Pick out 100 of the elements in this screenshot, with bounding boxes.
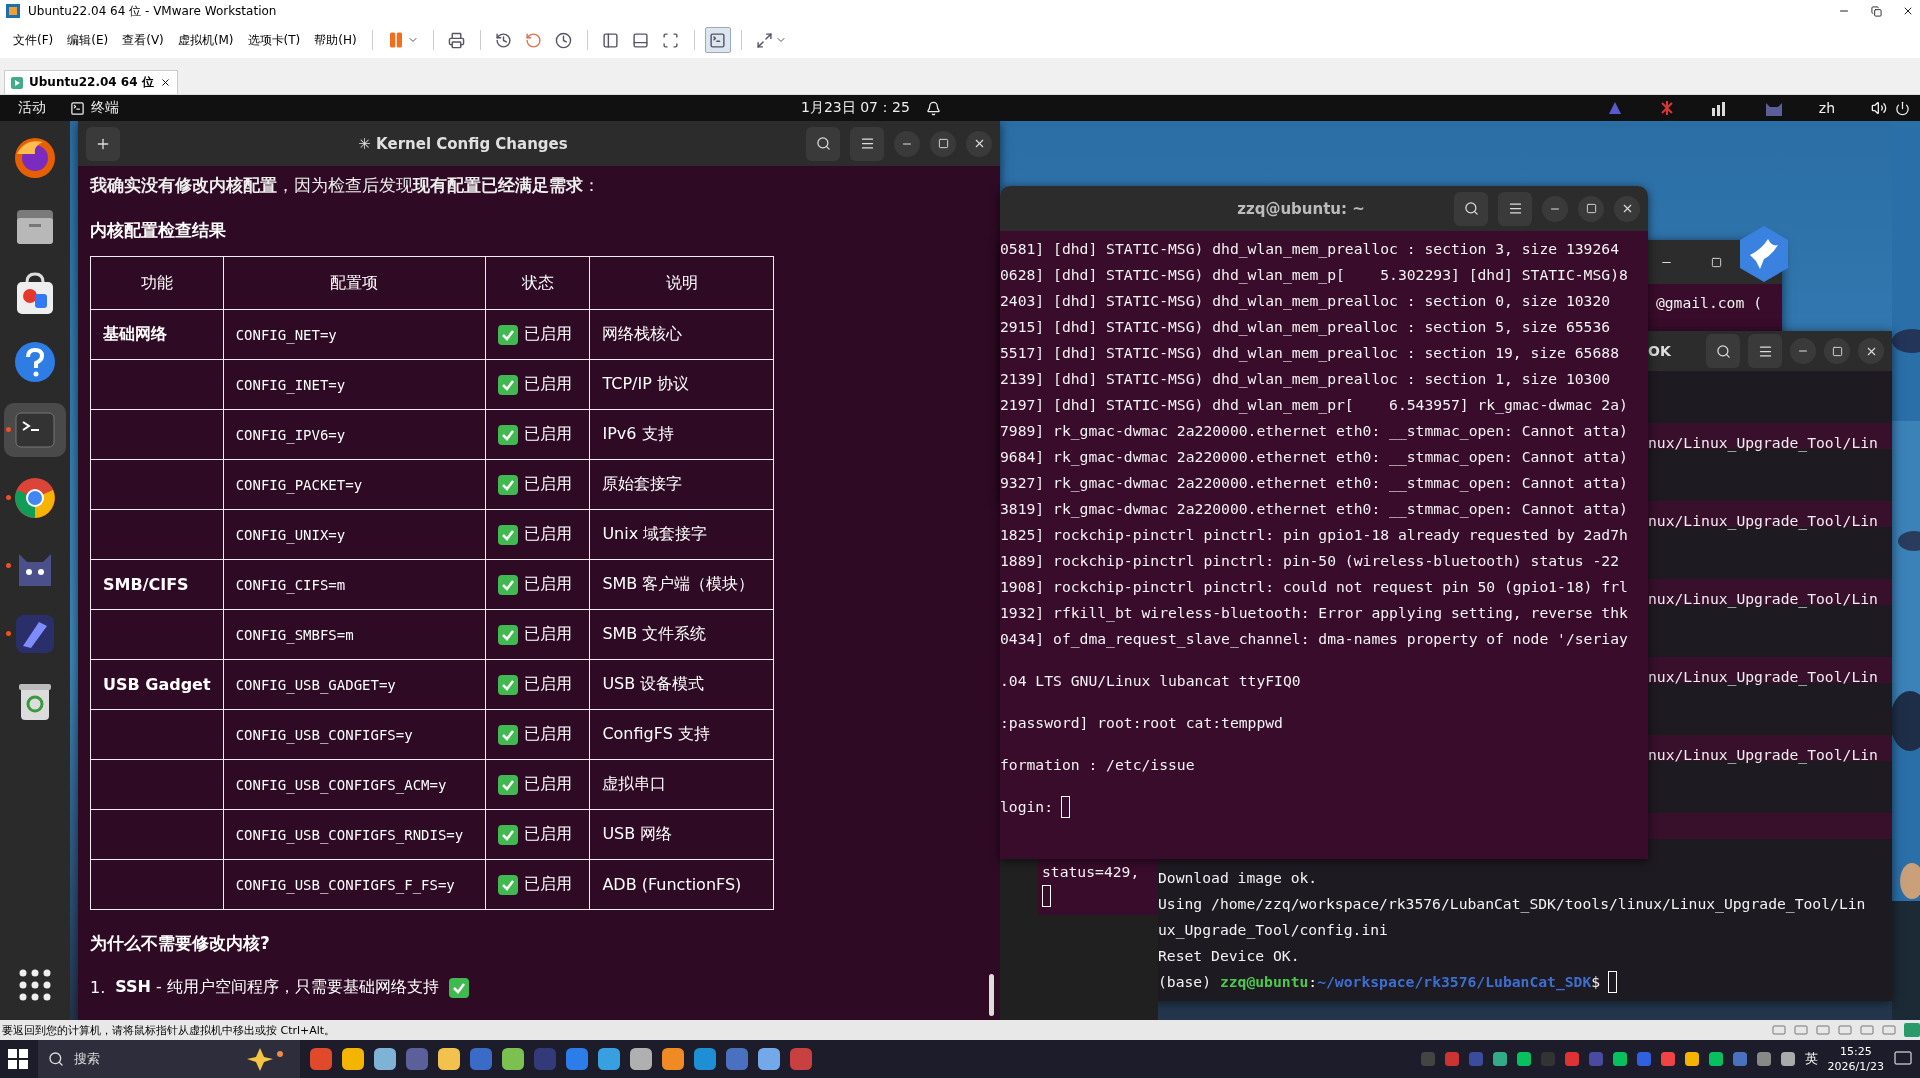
table-cell: CONFIG_USB_CONFIGFS_ACM=y [235,776,447,793]
terminal-line: 1825] rockchip-pinctrl pinctrl: pin gpio1-18 already requested by 2ad7h [1000,525,1628,545]
maximize-icon[interactable] [1711,256,1722,268]
history-icon [495,31,513,49]
taskbar-app-icon[interactable] [630,1048,652,1070]
terminal-line: 1889] rockchip-pinctrl pinctrl: pin-50 (wireless-bluetooth) status -22 [1000,551,1619,571]
tray-icon[interactable] [1684,1052,1699,1066]
table-cell: CONFIG_UNIX=y [235,526,346,543]
taskbar-app-icon[interactable] [310,1048,332,1070]
menu-item[interactable]: 虚拟机(M) [172,29,239,51]
terminal-line: Using /home/zzq/workspace/rk3576/LubanCat_SDK/tools/linux/Linux_Upgrade_Tool/Lin [1158,894,1867,915]
terminal-line: nux/Linux_Upgrade_Tool/Lin [1648,511,1878,532]
console-button[interactable] [704,27,731,53]
input-language: zh [1818,100,1835,116]
start-icon[interactable] [8,1049,28,1069]
table-cell: CONFIG_NET=y [235,326,337,343]
menu-item[interactable]: 选项卡(T) [242,29,306,51]
table-cell: CONFIG_CIFS=m [235,576,346,593]
app-menu[interactable]: 终端 [62,99,127,117]
device-icon [1794,1024,1808,1036]
search-button[interactable] [806,126,840,161]
maximize-button[interactable] [1578,195,1604,222]
tray-icon[interactable] [1516,1052,1531,1066]
list-number: 1. [90,978,106,997]
status-text: 已启用 [523,324,572,345]
taskbar-app-icon[interactable] [758,1048,780,1070]
table-cell: 原始套接字 [602,474,683,493]
table-cell: 虚拟串口 [602,774,667,793]
menu-button[interactable] [850,126,884,161]
menu-item[interactable]: 文件(F) [8,29,59,51]
menu-item[interactable]: 编辑(E) [62,29,114,51]
menu-button[interactable] [1498,191,1532,226]
taskbar-app-icon[interactable] [438,1048,460,1070]
taskbar-app-icon[interactable] [662,1048,684,1070]
search-field[interactable]: 搜索 [38,1040,300,1078]
expand-icon [755,31,773,49]
vm-tab[interactable]: Ubuntu22.04 64 位 [4,70,178,94]
table-cell: SMB/CIFS [103,575,189,594]
section-heading: 内核配置检查结果 [90,219,227,242]
taskbar-app-icon[interactable] [598,1048,620,1070]
list-item: SSH - 纯用户空间程序，只需要基础网络支持 [115,977,439,998]
left-panel-icon [602,31,620,49]
tray-icon[interactable] [1492,1052,1507,1066]
terminal-line: 5517] [dhd] STATIC-MSG) dhd_wlan_mem_prealloc : section 19, size 65688 [1000,343,1619,364]
tray-icon[interactable] [1708,1052,1723,1066]
bird-app-icon[interactable] [1738,225,1790,283]
taskbar-clock[interactable]: 15:25 2026/1/23 [1827,1044,1884,1074]
maximize-button[interactable] [1824,338,1850,364]
minimize-button[interactable] [1542,195,1568,222]
firefox-icon [13,136,57,180]
notification-icon[interactable] [1894,1051,1912,1067]
new-tab-button[interactable] [86,126,120,161]
close-icon [1902,5,1914,17]
terminal-line: 2197] [dhd] STATIC-MSG) dhd_wlan_mem_pr[ 6.543957] rk_gmac-dwmac 2a) [1000,395,1628,416]
table-cell: SMB 文件系统 [602,624,707,643]
table-cell: CONFIG_INET=y [235,376,346,393]
table-cell: ADB (FunctionFS) [602,875,742,894]
column-header: 功能 [140,272,173,292]
window-title: OK [1648,343,1671,359]
tray-icon[interactable] [1660,1052,1675,1066]
terminal-line: 1908] rockchip-pinctrl pinctrl: could not request pin 50 (gpio1-18) frl [1000,577,1628,597]
minimize-button[interactable] [1790,338,1816,364]
taskbar-app-icon[interactable] [342,1048,364,1070]
menu-button[interactable] [1748,334,1782,368]
scrollbar-thumb[interactable] [989,974,994,1016]
status-text: 已启用 [523,424,572,445]
intro-text: 我确实没有修改内核配置，因为检查后发现现有配置已经满足需求： [90,174,601,197]
status-text: 已启用 [523,774,572,795]
taskbar-app-icon[interactable] [374,1048,396,1070]
tray-icon[interactable] [1780,1052,1795,1066]
vmware-icon [6,4,20,18]
terminal-line: 0434] of_dma_request_slave_channel: dma-names property of node '/seriay [1000,629,1628,650]
menu-item[interactable]: 帮助(H) [309,29,362,51]
search-button[interactable] [1454,191,1488,226]
volume-icon [1871,100,1887,116]
tray-icon[interactable] [1612,1052,1627,1066]
terminal-line: 2139] [dhd] STATIC-MSG) dhd_wlan_mem_prealloc : section 1, size 10300 [1000,369,1611,390]
input-method: 英 [1804,1050,1818,1068]
column-header: 配置项 [330,272,379,292]
search-button[interactable] [1706,334,1740,368]
table-cell: Unix 域套接字 [602,524,708,543]
taskbar-app-icon[interactable] [566,1048,588,1070]
taskbar-app-icon[interactable] [694,1048,716,1070]
maximize-button[interactable] [930,130,956,157]
tray-icon[interactable] [1756,1052,1771,1066]
clock[interactable]: 1月23日 07：25 [793,99,918,117]
terminal-line: 0628] [dhd] STATIC-MSG) dhd_wlan_mem_p[ 5.302293] [dhd] STATIC-MSG)8 [1000,265,1628,286]
close-tab-icon[interactable] [159,77,171,88]
revert-icon [525,31,543,49]
status-text: 已启用 [523,574,572,595]
device-icon [1772,1024,1786,1036]
terminal-line: 2403] [dhd] STATIC-MSG) dhd_wlan_mem_prealloc : section 0, size 10320 [1000,291,1611,312]
minimize-button[interactable] [894,130,920,157]
window-title: zzq@ubuntu: ~ [1236,199,1366,218]
menu-item[interactable]: 查看(V) [117,29,169,51]
taskbar-app-icon[interactable] [502,1048,524,1070]
status-message: 要返回到您的计算机，请将鼠标指针从虚拟机中移出或按 Ctrl+Alt。 [2,1022,336,1038]
activities-button[interactable]: 活动 [10,99,54,117]
app-grid-button[interactable] [18,968,52,1002]
table-cell: CONFIG_USB_CONFIGFS=y [235,726,413,743]
